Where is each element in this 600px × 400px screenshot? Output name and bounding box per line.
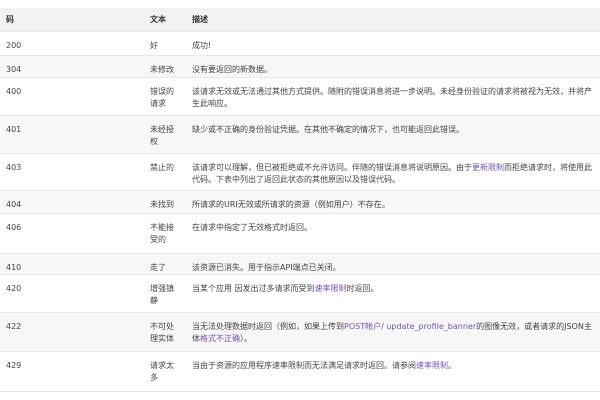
description-text: 没有要返回的新数据。 — [192, 65, 272, 74]
description-text: 该请求可以理解，但已被拒绝或不允许访问。伴随的错误消息将说明原因。由于 — [192, 163, 472, 172]
description-link[interactable]: POST帐户/ update_profile_banner — [344, 322, 476, 331]
table-row: 404 未找到 所请求的URI无效或所请求的资源（例如用户）不存在。 — [0, 191, 600, 214]
description-text: ）。 — [240, 334, 252, 343]
status-text-cell: 未找到 — [150, 200, 174, 209]
status-text-cell: 请求太多 — [150, 361, 174, 382]
description-cell: 该资源已消失。用于指示API端点已关闭。 — [188, 254, 600, 274]
status-code-cell: 304 — [6, 65, 22, 74]
description-cell: 当由于资源的应用程序速率限制而无法满足请求时返回。请参阅速率限制。 — [188, 352, 600, 391]
description-link[interactable]: 格式不正确 — [200, 334, 240, 343]
header-text: 文本 — [150, 15, 166, 24]
status-text-cell: 禁止的 — [150, 163, 174, 172]
description-link[interactable]: 更新限制 — [472, 163, 504, 172]
status-text-cell: 走了 — [150, 263, 166, 272]
header-description: 描述 — [192, 15, 208, 24]
status-text-cell: 好 — [150, 41, 158, 50]
status-code-cell: 406 — [6, 223, 22, 232]
status-text-cell: 错误的请求 — [150, 87, 174, 108]
status-code-table: 码 文本 描述 200 好成功! 304 未修改 没有要返回的新数据。 400 错误的请求该… — [0, 8, 600, 392]
description-cell: 该请求无效或无法通过其他方式提供。随附的错误消息将进一步说明。未经身份验证的请求… — [188, 78, 600, 115]
table-row: 410 走了 该资源已消失。用于指示API端点已关闭。 — [0, 254, 600, 275]
description-text: 当无法处理数据时返回（例如，如果上传到 — [192, 322, 344, 331]
description-cell: 缺少或不正确的身份验证凭据。在其他不确定的情况下，也可能返回此错误。 — [188, 116, 600, 153]
description-cell: 该请求可以理解，但已被拒绝或不允许访问。伴随的错误消息将说明原因。由于更新限制而… — [188, 154, 600, 190]
status-text-cell: 不可处理实体 — [150, 322, 174, 343]
status-code-cell: 404 — [6, 200, 22, 209]
table-row: 429 请求太多 当由于资源的应用程序速率限制而无法满足请求时返回。请参阅速率限制。 — [0, 352, 600, 392]
description-cell: 当无法处理数据时返回（例如，如果上传到POST帐户/ update_profil… — [188, 313, 600, 351]
status-text-cell: 未修改 — [150, 65, 174, 74]
description-cell: 所请求的URI无效或所请求的资源（例如用户）不存在。 — [188, 191, 600, 213]
description-text: 该资源已消失。用于指示API端点已关闭。 — [192, 263, 341, 272]
table-row: 400 错误的请求 该请求无效或无法通过其他方式提供。随附的错误消息将进一步说明。未… — [0, 78, 600, 116]
description-cell: 在请求中指定了无效格式时返回。 — [188, 214, 600, 253]
description-text: 缺少或不正确的身份验证凭据。在其他不确定的情况下，也可能返回此错误。 — [192, 125, 464, 134]
description-text: 当某个应用 因发出过多请求而受到 — [192, 284, 315, 293]
description-text: 该请求无效或无法通过其他方式提供。随附的错误消息将进一步说明。未经身份验证的请求… — [192, 87, 592, 108]
status-code-cell: 403 — [6, 163, 22, 172]
description-link[interactable]: 速率限制 — [416, 361, 448, 370]
status-code-cell: 410 — [6, 263, 22, 272]
table-row: 200 好 成功! — [0, 32, 600, 56]
status-code-cell: 422 — [6, 322, 22, 331]
status-text-cell: 未经授权 — [150, 125, 174, 146]
table-row: 403 禁止的 该请求可以理解，但已被拒绝或不允许访问。伴随的错误消息将说明原因。由… — [0, 154, 600, 191]
table-row: 401 未经授权 缺少或不正确的身份验证凭据。在其他不确定的情况下，也可能返回此错误… — [0, 116, 600, 154]
status-code-cell: 420 — [6, 284, 22, 293]
status-text-cell: 增强镇静 — [150, 284, 174, 305]
status-text-cell: 不能接受的 — [150, 223, 174, 244]
description-text: 成功! — [192, 41, 212, 50]
table-row: 304 未修改 没有要返回的新数据。 — [0, 56, 600, 78]
table-header-row: 码 文本 描述 — [0, 8, 600, 32]
table-body: 200 好 成功! 304 未修改 没有要返回的新数据。 400 错误的请求 该请求无效或无法通… — [0, 32, 600, 392]
table-row: 422 不可处理实体 当无法处理数据时返回（例如，如果上传到POST帐户/ upda… — [0, 313, 600, 352]
description-text: 所请求的URI无效或所请求的资源（例如用户）不存在。 — [192, 200, 390, 209]
status-code-cell: 200 — [6, 41, 22, 50]
description-text: 在请求中指定了无效格式时返回。 — [192, 223, 312, 232]
description-cell: 成功! — [188, 32, 600, 55]
description-cell: 没有要返回的新数据。 — [188, 56, 600, 77]
description-cell: 当某个应用 因发出过多请求而受到速率限制时返回。 — [188, 275, 600, 312]
description-link[interactable]: 速率限制 — [315, 284, 347, 293]
table-row: 420 增强镇静 当某个应用 因发出过多请求而受到速率限制时返回。 — [0, 275, 600, 313]
table-row: 406 不能接受的 在请求中指定了无效格式时返回。 — [0, 214, 600, 254]
description-text: 当由于资源的应用程序速率限制而无法满足请求时返回。请参阅 — [192, 361, 416, 370]
status-code-cell: 400 — [6, 87, 22, 96]
description-text: 。 — [448, 361, 456, 370]
status-code-cell: 429 — [6, 361, 22, 370]
status-code-cell: 401 — [6, 125, 22, 134]
header-code: 码 — [6, 15, 14, 24]
description-text: 时返回。 — [346, 284, 379, 293]
